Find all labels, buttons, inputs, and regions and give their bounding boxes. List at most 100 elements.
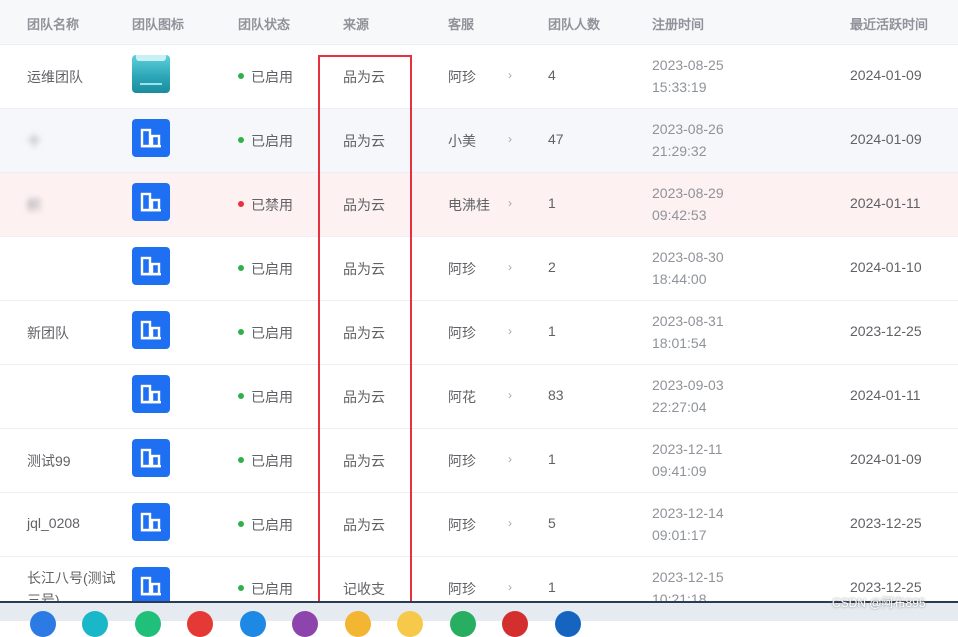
source-cell: 品为云 bbox=[343, 453, 385, 469]
chevron-right-icon[interactable]: › bbox=[508, 388, 512, 402]
status-badge: 已启用 bbox=[238, 579, 293, 599]
app-icon[interactable] bbox=[555, 611, 581, 637]
team-name: 十 bbox=[27, 133, 41, 149]
registered-time: 2023-08-30 18:44:00 bbox=[652, 249, 724, 287]
agent-cell[interactable]: 电沸桂 bbox=[448, 195, 490, 215]
header-team-icon[interactable]: 团队图标 bbox=[132, 14, 184, 33]
last-active-time: 2024-01-11 bbox=[850, 195, 921, 211]
table-row[interactable]: 测试99 已启用 品为云 阿珍 › 1 2023-12-11 09:41:09 2… bbox=[0, 429, 958, 493]
agent-cell[interactable]: 阿珍 bbox=[448, 323, 476, 343]
table-row[interactable]: 十 已启用 品为云 小美 › 47 2023-08-26 21:29:32 202… bbox=[0, 109, 958, 173]
status-dot-icon bbox=[238, 265, 244, 272]
chevron-right-icon[interactable]: › bbox=[508, 196, 512, 210]
building-icon bbox=[132, 311, 170, 349]
header-member-count[interactable]: 团队人数 bbox=[548, 14, 600, 33]
status-badge: 已启用 bbox=[238, 131, 293, 151]
agent-cell[interactable]: 阿珍 bbox=[448, 67, 476, 87]
registered-time: 2023-08-26 21:29:32 bbox=[652, 121, 724, 159]
building-icon bbox=[132, 503, 170, 541]
status-dot-icon bbox=[238, 329, 244, 336]
table-header: 团队名称 团队图标 团队状态 来源 客服 团队人数 注册时间 最近活跃时间 bbox=[0, 0, 958, 45]
agent-cell[interactable]: 阿珍 bbox=[448, 451, 476, 471]
agent-cell[interactable]: 小美 bbox=[448, 131, 476, 151]
building-icon bbox=[132, 567, 170, 605]
table-row[interactable]: 已启用 品为云 阿花 › 83 2023-09-03 22:27:04 2024-… bbox=[0, 365, 958, 429]
status-badge: 已启用 bbox=[238, 451, 293, 471]
registered-time: 2023-09-03 22:27:04 bbox=[652, 377, 724, 415]
table-row[interactable]: jql_0208 已启用 品为云 阿珍 › 5 2023-12-14 09:01:… bbox=[0, 493, 958, 557]
building-icon bbox=[132, 247, 170, 285]
table-row[interactable]: 运维团队 已启用 品为云 阿珍 › 4 2023-08-25 15:33:19 2… bbox=[0, 45, 958, 109]
header-registered-time[interactable]: 注册时间 bbox=[652, 14, 704, 33]
status-badge: 已启用 bbox=[238, 259, 293, 279]
source-cell: 品为云 bbox=[343, 389, 385, 405]
member-count: 5 bbox=[548, 515, 556, 531]
status-dot-icon bbox=[238, 137, 244, 144]
chevron-right-icon[interactable]: › bbox=[508, 260, 512, 274]
table-row[interactable]: 织 已禁用 品为云 电沸桂 › 1 2023-08-29 09:42:53 202… bbox=[0, 173, 958, 237]
header-team-name[interactable]: 团队名称 bbox=[27, 14, 79, 33]
last-active-time: 2024-01-10 bbox=[850, 259, 922, 275]
status-badge: 已启用 bbox=[238, 67, 293, 87]
registered-time: 2023-08-31 18:01:54 bbox=[652, 313, 724, 351]
app-icon[interactable] bbox=[82, 611, 108, 637]
chevron-right-icon[interactable]: › bbox=[508, 68, 512, 82]
watermark: CSDN @阿布895 bbox=[832, 596, 926, 610]
team-name: 织 bbox=[27, 197, 41, 213]
building-icon bbox=[132, 183, 170, 221]
source-cell: 品为云 bbox=[343, 325, 385, 341]
table-row[interactable]: 新团队 已启用 品为云 阿珍 › 1 2023-08-31 18:01:54 20… bbox=[0, 301, 958, 365]
registered-time: 2023-12-11 09:41:09 bbox=[652, 441, 723, 479]
status-badge: 已禁用 bbox=[238, 195, 293, 215]
app-icon[interactable] bbox=[292, 611, 318, 637]
source-cell: 品为云 bbox=[343, 197, 385, 213]
status-dot-icon bbox=[238, 393, 244, 400]
app-icon[interactable] bbox=[502, 611, 528, 637]
app-icon[interactable] bbox=[345, 611, 371, 637]
last-active-time: 2024-01-09 bbox=[850, 451, 922, 467]
status-badge: 已启用 bbox=[238, 323, 293, 343]
status-dot-icon bbox=[238, 201, 244, 208]
last-active-time: 2023-12-25 bbox=[850, 515, 922, 531]
source-cell: 品为云 bbox=[343, 517, 385, 533]
status-dot-icon bbox=[238, 457, 244, 464]
header-last-active-time[interactable]: 最近活跃时间 bbox=[850, 14, 928, 33]
table-row[interactable]: 已启用 品为云 阿珍 › 2 2023-08-30 18:44:00 2024-0… bbox=[0, 237, 958, 301]
last-active-time: 2024-01-09 bbox=[850, 67, 922, 83]
registered-time: 2023-08-29 09:42:53 bbox=[652, 185, 724, 223]
source-cell: 记收支 bbox=[343, 581, 385, 597]
app-icon[interactable] bbox=[135, 611, 161, 637]
status-dot-icon bbox=[238, 521, 244, 528]
agent-cell[interactable]: 阿珍 bbox=[448, 579, 476, 599]
agent-cell[interactable]: 阿花 bbox=[448, 387, 476, 407]
header-source[interactable]: 来源 bbox=[343, 14, 369, 33]
app-icon[interactable] bbox=[30, 611, 56, 637]
member-count: 1 bbox=[548, 323, 556, 339]
status-dot-icon bbox=[238, 73, 244, 80]
status-badge: 已启用 bbox=[238, 515, 293, 535]
building-icon bbox=[132, 375, 170, 413]
chevron-right-icon[interactable]: › bbox=[508, 132, 512, 146]
agent-cell[interactable]: 阿珍 bbox=[448, 515, 476, 535]
app-icon[interactable] bbox=[397, 611, 423, 637]
registered-time: 2023-08-25 15:33:19 bbox=[652, 57, 724, 95]
chevron-right-icon[interactable]: › bbox=[508, 516, 512, 530]
building-icon bbox=[132, 119, 170, 157]
chevron-right-icon[interactable]: › bbox=[508, 580, 512, 594]
member-count: 1 bbox=[548, 195, 556, 211]
header-agent[interactable]: 客服 bbox=[448, 14, 474, 33]
status-badge: 已启用 bbox=[238, 387, 293, 407]
chevron-right-icon[interactable]: › bbox=[508, 324, 512, 338]
team-name: 新团队 bbox=[27, 325, 69, 341]
chevron-right-icon[interactable]: › bbox=[508, 452, 512, 466]
member-count: 47 bbox=[548, 131, 564, 147]
taskbar bbox=[0, 601, 958, 637]
agent-cell[interactable]: 阿珍 bbox=[448, 259, 476, 279]
team-name: 测试99 bbox=[27, 453, 71, 469]
app-icon[interactable] bbox=[450, 611, 476, 637]
status-dot-icon bbox=[238, 585, 244, 592]
header-team-status[interactable]: 团队状态 bbox=[238, 14, 290, 33]
source-cell: 品为云 bbox=[343, 133, 385, 149]
app-icon[interactable] bbox=[240, 611, 266, 637]
app-icon[interactable] bbox=[187, 611, 213, 637]
